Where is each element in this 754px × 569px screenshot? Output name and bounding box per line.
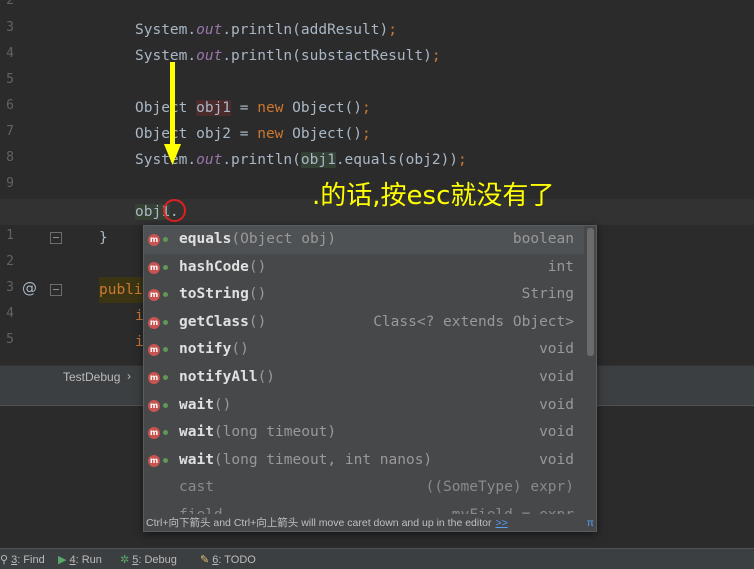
annotation-text: .的话,按esc就没有了 [312,181,555,211]
tool-window-bar: ⚲ 3: Find ▶ 4: Run ✲ 5: Debug ✎ 6: TODO [0,548,754,569]
completion-item[interactable]: m getClass() Class<? extends Object> [144,309,584,337]
method-icon: m [148,261,160,274]
search-icon: ⚲ [0,554,9,566]
public-icon [163,347,168,353]
method-icon: m [148,344,160,357]
code-line[interactable]: Object obj2 = new Object(); [0,121,754,147]
highlight-circle [163,199,186,222]
method-icon: m [148,289,160,302]
find-tool-button[interactable]: ⚲ 3: Find [0,552,45,568]
completion-item[interactable]: m notify() void [144,336,584,364]
code-line[interactable]: Object obj1 = new Object(); [0,95,754,121]
code-completion-popup[interactable]: m equals(Object obj) boolean m hashCode(… [143,225,597,532]
fold-icon[interactable] [50,232,62,244]
fold-icon[interactable] [50,284,62,296]
breadcrumb-separator: › [127,369,131,383]
run-icon: ▶ [58,554,67,566]
public-icon [163,402,168,408]
breadcrumb-item[interactable]: TestDebug [63,370,120,384]
todo-tool-button[interactable]: ✎ 6: TODO [200,552,256,568]
run-tool-button[interactable]: ▶ 4: Run [58,552,102,568]
public-icon [163,237,168,242]
code-line[interactable]: System.out.println(addResult); [0,17,754,43]
completion-item[interactable]: m wait(long timeout, int nanos) void [144,447,584,475]
public-icon [163,430,168,436]
popup-scrollbar[interactable] [587,228,594,356]
pi-icon[interactable]: π [587,515,594,531]
method-icon: m [148,454,160,467]
public-icon [163,319,168,325]
completion-item[interactable]: m wait(long timeout) void [144,419,584,447]
public-icon [163,375,168,380]
method-icon: m [148,316,160,329]
todo-icon: ✎ [200,554,210,566]
completion-item-template[interactable]: cast ((SomeType) expr) [144,474,584,502]
completion-item[interactable]: m hashCode() int [144,254,584,282]
completion-item[interactable]: m toString() String [144,281,584,309]
method-icon: m [148,372,160,384]
completion-hint: Ctrl+向下箭头 and Ctrl+向上箭头 will move caret … [144,515,596,531]
hint-more-link[interactable]: >> [495,517,507,529]
completion-item-template[interactable]: field myField = expr [144,502,584,514]
method-icon: m [148,234,160,246]
method-icon: m [148,427,160,440]
bug-icon: ✲ [120,554,130,566]
debug-tool-button[interactable]: ✲ 5: Debug [120,552,177,568]
public-icon [163,292,168,298]
public-icon [163,457,168,463]
public-icon [163,264,168,270]
completion-item[interactable]: m notifyAll() void [144,364,584,392]
method-icon: m [148,399,160,412]
line-number: 2 [6,0,14,8]
arrow-down-icon [164,62,181,165]
override-at-icon[interactable]: @ [22,279,37,297]
code-line[interactable]: System.out.println(substactResult); [0,43,754,69]
code-line[interactable]: System.out.println(obj1.equals(obj2)); [0,147,754,173]
completion-item[interactable]: m wait() void [144,392,584,420]
completion-item[interactable]: m equals(Object obj) boolean [144,226,584,254]
